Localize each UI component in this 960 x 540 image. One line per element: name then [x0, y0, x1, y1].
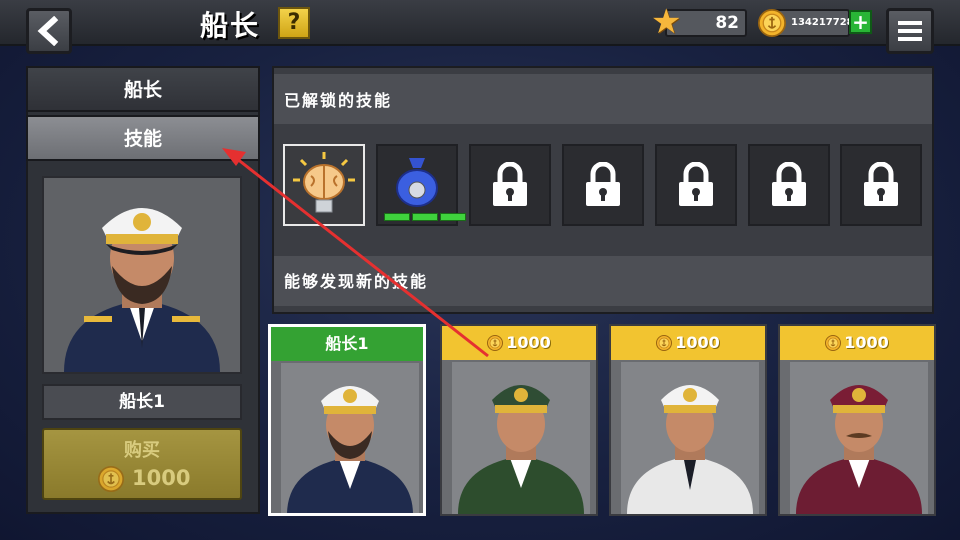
skill-slot-brain[interactable]: [283, 144, 365, 226]
lock-icon: [772, 162, 806, 206]
captain-figure-icon: [796, 385, 922, 514]
card-price-header: 1000: [442, 326, 596, 360]
captain-portrait: [42, 176, 242, 374]
help-button[interactable]: ?: [278, 7, 310, 39]
buy-button[interactable]: 购买 1000: [42, 428, 242, 500]
captain-figure-icon: [627, 385, 753, 514]
star-icon: ★: [651, 2, 682, 42]
skill-slot-locked[interactable]: [748, 144, 830, 226]
skill-slot-locked[interactable]: [469, 144, 551, 226]
coin-icon: [98, 466, 124, 492]
captain-card-4[interactable]: 1000: [778, 324, 936, 516]
captain-card-3[interactable]: 1000: [609, 324, 767, 516]
captain-card-1[interactable]: 船长1: [268, 324, 426, 516]
captain-portrait: [452, 362, 590, 514]
card-price: 1000: [844, 333, 889, 352]
back-button[interactable]: [26, 8, 72, 54]
buy-label: 购买: [124, 440, 160, 461]
lock-icon: [679, 162, 713, 206]
captain-figure-icon: [287, 386, 413, 513]
upgrade-progress: [384, 213, 466, 221]
lock-icon: [586, 162, 620, 206]
captain-figure-icon: [64, 208, 220, 372]
card-price: 1000: [675, 333, 720, 352]
captain-portrait: [621, 362, 759, 514]
captain-card-2[interactable]: 1000: [440, 324, 598, 516]
captain-figure-icon: [458, 385, 584, 514]
hamburger-icon: [898, 21, 922, 25]
captain-portrait: [790, 362, 928, 514]
chevron-left-icon: [37, 16, 59, 46]
card-price: 1000: [506, 333, 551, 352]
money-bag-icon: [396, 158, 438, 207]
skills-title: 已解锁的技能: [284, 91, 393, 110]
menu-button[interactable]: [886, 8, 934, 54]
card-price-header: 1000: [611, 326, 765, 360]
coin-icon: [656, 335, 672, 351]
tab-captain[interactable]: 船长: [26, 66, 260, 112]
tab-skills[interactable]: 技能: [26, 115, 260, 161]
captain-portrait: [281, 363, 419, 513]
page-title: 船长: [200, 9, 261, 42]
card-price-header: 1000: [780, 326, 934, 360]
skills-hint: 能够发现新的技能: [284, 272, 429, 291]
star-count: 82: [715, 13, 739, 33]
skill-slot-locked[interactable]: [840, 144, 922, 226]
skill-slot-locked[interactable]: [655, 144, 737, 226]
coin-icon: [825, 335, 841, 351]
coin-icon: [758, 9, 786, 37]
captain-name: 船长1: [42, 384, 242, 420]
skill-slot-locked[interactable]: [562, 144, 644, 226]
buy-price: 1000: [132, 466, 191, 490]
lock-icon: [864, 162, 898, 206]
skill-slot-money[interactable]: [376, 144, 466, 226]
card-label: 船长1: [271, 327, 423, 361]
brain-bulb-icon: [293, 152, 355, 213]
lock-icon: [493, 162, 527, 206]
coin-icon: [487, 335, 503, 351]
add-coins-button[interactable]: +: [849, 10, 872, 34]
